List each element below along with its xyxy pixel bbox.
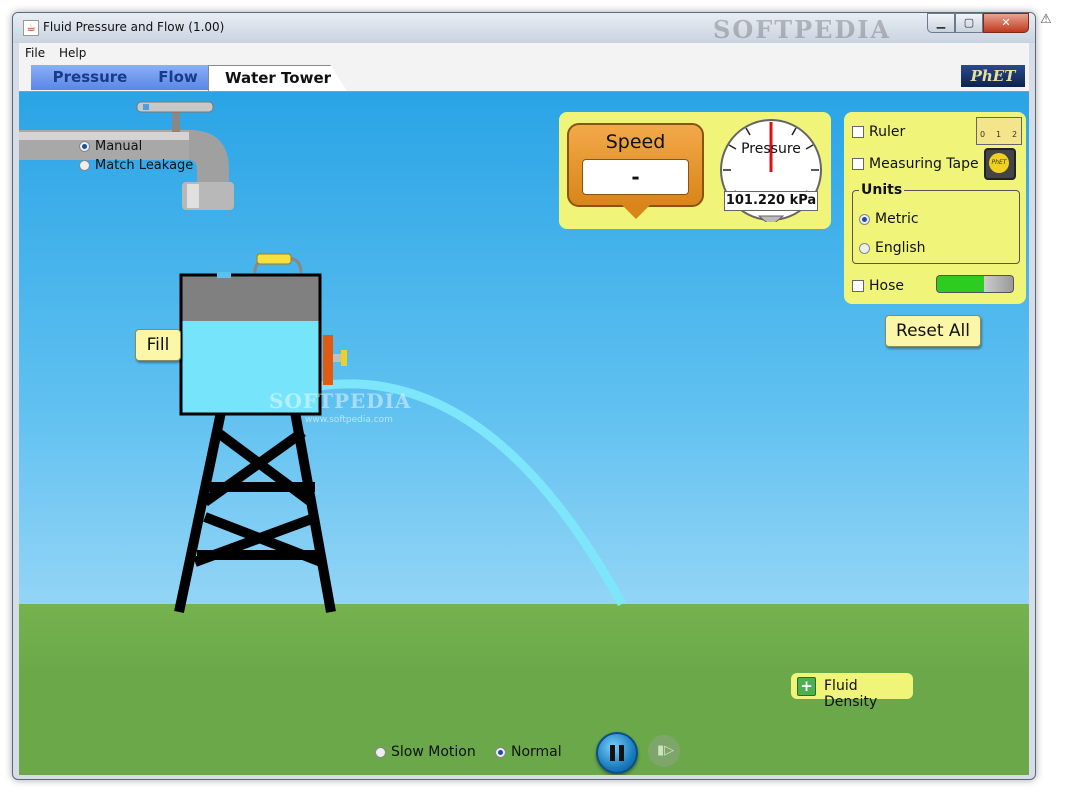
faucet-mode-manual[interactable]: Manual bbox=[79, 139, 142, 154]
slow-motion-label: Slow Motion bbox=[391, 744, 476, 760]
checkbox-box[interactable] bbox=[852, 158, 864, 170]
faucet-mode-match-leakage-label: Match Leakage bbox=[95, 158, 194, 173]
phet-logo[interactable]: PhET bbox=[961, 65, 1025, 87]
radio-indicator[interactable] bbox=[375, 746, 386, 758]
units-group: Units Metric English bbox=[852, 182, 1020, 264]
speed-slow-motion[interactable]: Slow Motion bbox=[375, 744, 476, 760]
radio-indicator[interactable] bbox=[859, 213, 870, 225]
radio-indicator[interactable] bbox=[859, 242, 870, 254]
valve-body bbox=[323, 335, 333, 385]
units-metric[interactable]: Metric bbox=[859, 211, 919, 227]
fluid-density-label: Fluid Density bbox=[824, 678, 878, 710]
speedometer[interactable]: Speed - bbox=[567, 123, 704, 207]
tools-panel: Ruler 0 1 2 Measuring Tape PhET Units Me… bbox=[844, 112, 1026, 304]
units-title: Units bbox=[859, 182, 905, 198]
ruler-label: Ruler bbox=[869, 124, 906, 140]
measuring-tape-icon[interactable]: PhET bbox=[984, 148, 1016, 180]
fill-button[interactable]: Fill bbox=[135, 329, 181, 361]
menu-help[interactable]: Help bbox=[59, 46, 86, 60]
speed-label: Speed bbox=[605, 131, 666, 153]
step-icon: ▮▷ bbox=[657, 743, 675, 758]
measuring-tape-icon-text: PhET bbox=[989, 153, 1009, 173]
units-english[interactable]: English bbox=[859, 240, 926, 256]
ruler-icon[interactable]: 0 1 2 bbox=[976, 117, 1022, 145]
tank-air bbox=[181, 275, 320, 321]
java-app-icon: ☕ bbox=[23, 20, 39, 36]
faucet-stem bbox=[172, 112, 180, 132]
speed-normal[interactable]: Normal bbox=[495, 744, 562, 760]
speed-pressure-panel: Speed - Pressure 101.220 kPa bbox=[559, 112, 831, 229]
speed-value: - bbox=[582, 159, 689, 195]
step-button[interactable]: ▮▷ bbox=[648, 735, 680, 767]
menu-file[interactable]: File bbox=[25, 46, 45, 60]
ruler-tick-label: 2 bbox=[1012, 130, 1018, 139]
minimize-icon[interactable]: ▁ bbox=[927, 13, 955, 33]
units-english-label: English bbox=[875, 240, 926, 256]
faucet-mode-match-leakage[interactable]: Match Leakage bbox=[79, 158, 193, 173]
radio-indicator[interactable] bbox=[79, 160, 90, 171]
ruler-checkbox[interactable]: Ruler bbox=[852, 124, 905, 140]
ruler-tick-label: 0 bbox=[980, 130, 986, 139]
fluid-density-control[interactable]: + Fluid Density bbox=[791, 673, 913, 710]
window-title: Fluid Pressure and Flow (1.00) bbox=[43, 20, 225, 34]
speed-pointer bbox=[622, 205, 650, 219]
checkbox-box[interactable] bbox=[852, 126, 864, 138]
title-bar[interactable]: ☕ Fluid Pressure and Flow (1.00) SOFTPED… bbox=[13, 13, 1035, 44]
tab-water-tower[interactable]: Water Tower bbox=[208, 65, 347, 91]
tab-bar: Pressure Flow Water Tower PhET bbox=[19, 63, 1029, 92]
pressure-value: 101.220 kPa bbox=[724, 191, 818, 211]
faucet-elbow bbox=[189, 130, 229, 184]
faucet-mode-manual-label: Manual bbox=[95, 139, 143, 154]
units-metric-label: Metric bbox=[875, 211, 919, 227]
normal-label: Normal bbox=[511, 744, 562, 760]
softpedia-watermark-url: www.softpedia.com bbox=[305, 415, 393, 425]
pause-button[interactable] bbox=[596, 732, 638, 774]
radio-indicator[interactable] bbox=[79, 141, 90, 152]
hose-label: Hose bbox=[869, 278, 904, 294]
tower-legs bbox=[174, 410, 336, 614]
simulation-canvas[interactable]: Manual Match Leakage Fill Speed - Pressu… bbox=[19, 92, 1029, 775]
pressure-label: Pressure bbox=[741, 141, 801, 157]
close-icon[interactable]: ✕ bbox=[983, 13, 1029, 33]
plus-icon[interactable]: + bbox=[797, 677, 816, 696]
warning-icon: ⚠ bbox=[1040, 12, 1052, 27]
app-window: ☕ Fluid Pressure and Flow (1.00) SOFTPED… bbox=[12, 12, 1036, 780]
hose-icon[interactable] bbox=[936, 275, 1014, 293]
measuring-tape-label: Measuring Tape bbox=[869, 156, 979, 172]
maximize-icon[interactable]: ▢ bbox=[955, 13, 983, 33]
tab-pressure[interactable]: Pressure bbox=[31, 65, 149, 90]
hose-checkbox[interactable]: Hose bbox=[852, 278, 904, 294]
window-controls: ▁ ▢ ✕ bbox=[927, 13, 1029, 33]
softpedia-watermark-center: SOFTPEDIA bbox=[269, 389, 412, 413]
ruler-tick-label: 1 bbox=[996, 130, 1002, 139]
checkbox-box[interactable] bbox=[852, 280, 864, 292]
reset-all-button[interactable]: Reset All bbox=[885, 315, 981, 347]
tank-handle-grip bbox=[256, 253, 292, 265]
radio-indicator[interactable] bbox=[495, 746, 506, 758]
softpedia-watermark: SOFTPEDIA bbox=[713, 15, 892, 44]
pause-icon bbox=[610, 745, 624, 761]
measuring-tape-checkbox[interactable]: Measuring Tape bbox=[852, 156, 979, 172]
menu-bar: File Help bbox=[19, 43, 1029, 63]
